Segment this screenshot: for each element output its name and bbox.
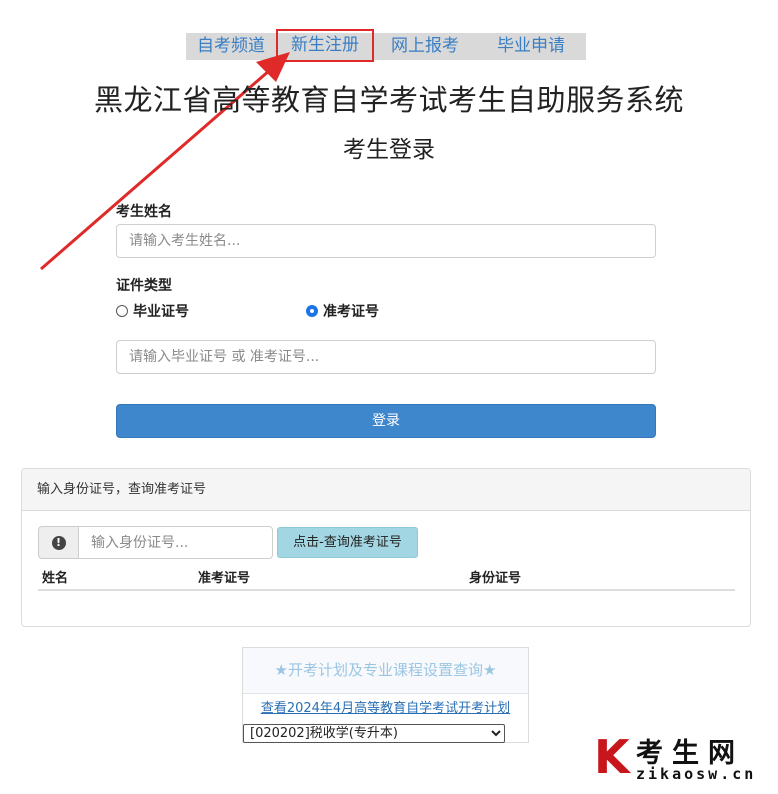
column-header-admission-number: 准考证号 [198, 571, 251, 586]
certificate-number-input[interactable] [116, 340, 656, 374]
input-addon: ! [38, 526, 78, 559]
id-type-label: 证件类型 [116, 278, 172, 294]
radio-graduation-label: 毕业证号 [133, 304, 189, 320]
top-nav: 自考频道 新生注册 网上报考 毕业申请 [186, 29, 586, 62]
exam-plan-box: ★开考计划及专业课程设置查询★ 查看2024年4月高等教育自学考试开考计划 [0… [242, 647, 529, 743]
exclamation-icon: ! [51, 535, 66, 550]
nav-link-online-apply[interactable]: 网上报考 [374, 33, 476, 60]
query-admission-button[interactable]: 点击-查询准考证号 [277, 527, 418, 558]
radio-admission-number[interactable]: 准考证号 [306, 301, 379, 321]
radio-unchecked-icon[interactable] [116, 305, 128, 317]
radio-graduation-number[interactable]: 毕业证号 [116, 301, 189, 321]
system-title: 黑龙江省高等教育自学考试考生自助服务系统 [93, 83, 684, 117]
major-select[interactable]: [020202]税收学(专升本) [243, 724, 505, 743]
login-title: 考生登录 [343, 137, 435, 163]
radio-checked-icon[interactable] [306, 305, 318, 317]
radio-admission-label: 准考证号 [323, 304, 379, 320]
column-header-name: 姓名 [42, 571, 69, 586]
nav-link-zikao-channel[interactable]: 自考频道 [186, 33, 276, 60]
watermark-logo: K 考生网 zikaosw.cn [594, 733, 770, 783]
panel-title: 输入身份证号，查询准考证号 [22, 469, 750, 511]
exam-plan-link[interactable]: 查看2024年4月高等教育自学考试开考计划 [243, 697, 528, 716]
table-header-divider [38, 589, 735, 591]
logo-k-icon: K [594, 730, 630, 784]
admission-lookup-panel: 输入身份证号，查询准考证号 ! 点击-查询准考证号 姓名 准考证号 身份证号 [21, 468, 751, 627]
name-label: 考生姓名 [116, 204, 172, 220]
nav-link-graduation-apply[interactable]: 毕业申请 [476, 33, 586, 60]
column-header-id-number: 身份证号 [469, 571, 522, 586]
login-button[interactable]: 登录 [116, 404, 656, 438]
id-card-input[interactable] [78, 526, 273, 559]
nav-link-new-student-register[interactable]: 新生注册 [276, 29, 374, 62]
watermark-url: zikaosw.cn [636, 765, 757, 783]
plan-title: ★开考计划及专业课程设置查询★ [243, 648, 528, 694]
student-name-input[interactable] [116, 224, 656, 258]
